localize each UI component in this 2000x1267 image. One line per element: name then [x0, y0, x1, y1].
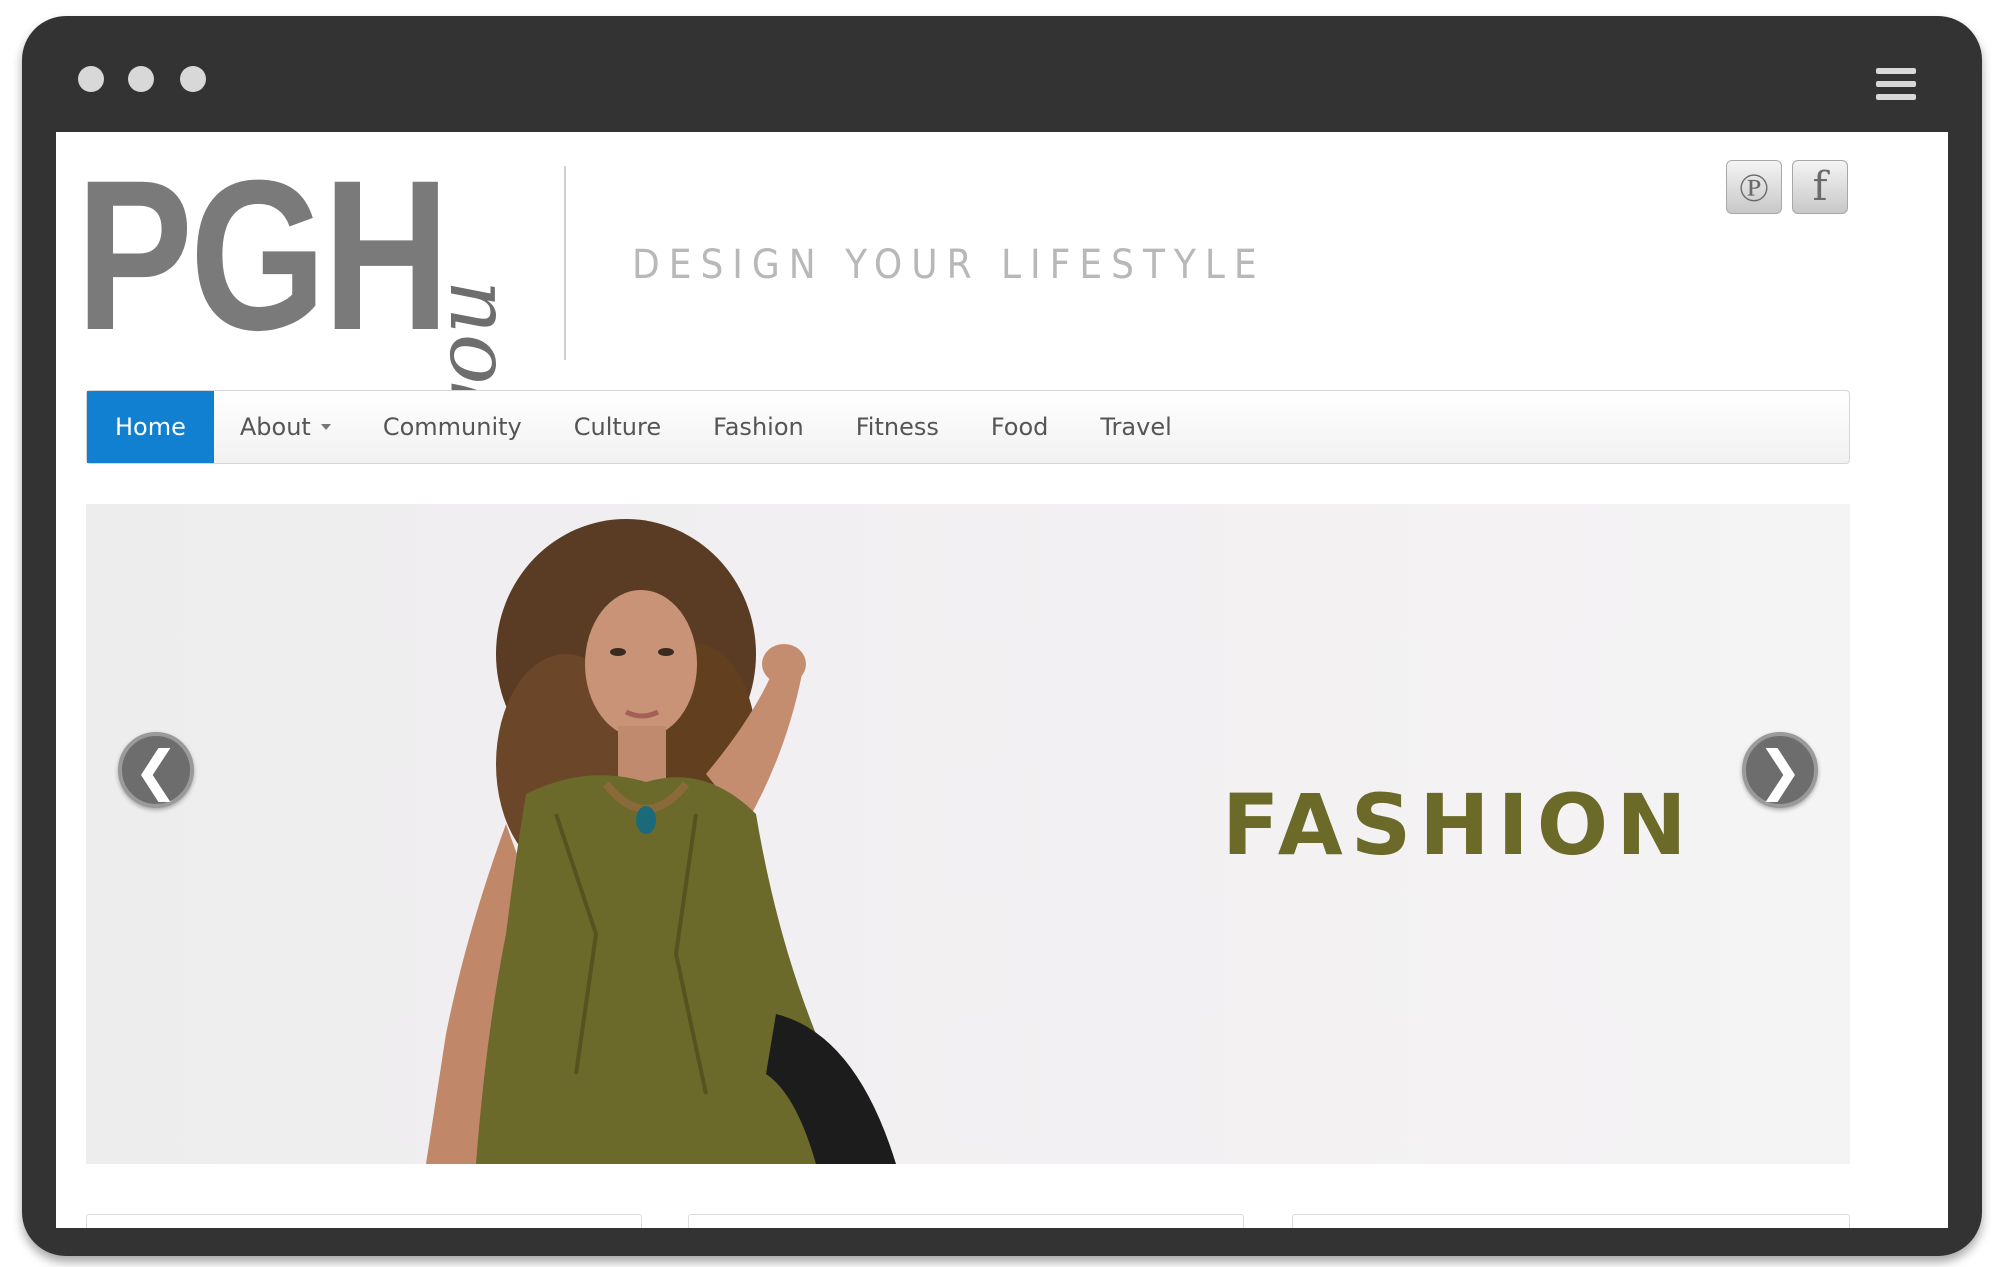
nav-label: Travel [1100, 413, 1172, 441]
fashion-model-image [426, 519, 896, 1164]
content-card[interactable] [688, 1214, 1244, 1228]
nav-item-community[interactable]: Community [357, 391, 548, 463]
chevron-left-icon[interactable]: ❮ [118, 732, 194, 808]
nav-item-travel[interactable]: Travel [1074, 391, 1197, 463]
slide-title: FASHION [1222, 776, 1695, 874]
nav-label: Food [990, 413, 1049, 441]
window-dot-icon [180, 66, 206, 92]
nav-label: Home [115, 413, 186, 441]
nav-label: Fashion [713, 413, 804, 441]
hero-slider: FASHION ❮ ❯ [86, 504, 1850, 1164]
caret-down-icon [320, 424, 331, 430]
chevron-right-icon[interactable]: ❯ [1742, 732, 1818, 808]
social-links: ℗ f [1726, 160, 1848, 214]
content-card[interactable] [1292, 1214, 1850, 1228]
site-tagline: DESIGN YOUR LIFESTYLE [632, 242, 1266, 288]
facebook-icon[interactable]: f [1792, 160, 1848, 214]
window-dot-icon [78, 66, 104, 92]
nav-item-about[interactable]: About [214, 391, 357, 463]
header-divider [564, 166, 566, 360]
nav-label: Culture [573, 413, 662, 441]
nav-item-fitness[interactable]: Fitness [830, 391, 965, 463]
nav-label: About [239, 413, 311, 441]
main-navbar: Home About Community Culture Fashion Fit… [86, 390, 1850, 464]
window-dot-icon [128, 66, 154, 92]
nav-label: Fitness [855, 413, 939, 441]
nav-item-culture[interactable]: Culture [548, 391, 687, 463]
nav-item-fashion[interactable]: Fashion [687, 391, 830, 463]
pinterest-icon[interactable]: ℗ [1726, 160, 1782, 214]
nav-item-home[interactable]: Home [87, 391, 214, 463]
browser-frame: PGH you DESIGN YOUR LIFESTYLE ℗ f Home A… [22, 16, 1982, 1256]
hamburger-menu-icon[interactable] [1876, 68, 1916, 102]
page-viewport: PGH you DESIGN YOUR LIFESTYLE ℗ f Home A… [56, 132, 1948, 1228]
nav-label: Community [382, 413, 522, 441]
logo-pgh[interactable]: PGH [76, 146, 450, 366]
nav-item-food[interactable]: Food [965, 391, 1075, 463]
content-card[interactable] [86, 1214, 642, 1228]
